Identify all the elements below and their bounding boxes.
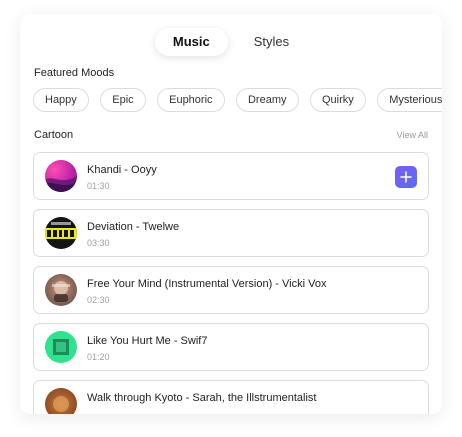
featured-moods-heading: Featured Moods xyxy=(34,67,115,79)
track-title: Deviation - Twelwe xyxy=(87,221,180,233)
mood-chip-euphoric[interactable]: Euphoric xyxy=(157,88,225,112)
vicki-vox-artwork-icon xyxy=(52,281,70,302)
mood-chip-quirky[interactable]: Quirky xyxy=(309,88,366,112)
track-title: Like You Hurt Me - Swif7 xyxy=(87,335,208,347)
track-item[interactable]: Khandi - Ooyy 01:30 xyxy=(33,152,429,200)
track-duration: 01:30 xyxy=(87,181,110,191)
tab-bar: Music Styles xyxy=(20,28,442,56)
track-duration: 01:20 xyxy=(87,352,110,362)
track-artwork xyxy=(45,217,77,249)
mood-chip-epic[interactable]: Epic xyxy=(100,88,146,112)
cartoon-heading: Cartoon xyxy=(34,129,74,141)
mood-chip-dreamy[interactable]: Dreamy xyxy=(235,88,299,112)
track-list: Khandi - Ooyy 01:30 Deviation - Twelwe 0… xyxy=(33,152,429,414)
track-item[interactable]: Deviation - Twelwe 03:30 xyxy=(33,209,429,257)
add-track-button[interactable] xyxy=(395,166,417,188)
track-title: Walk through Kyoto - Sarah, the Illstrum… xyxy=(87,392,317,404)
track-item[interactable]: Like You Hurt Me - Swif7 01:20 xyxy=(33,323,429,371)
tab-styles[interactable]: Styles xyxy=(236,28,307,56)
track-duration: 03:30 xyxy=(87,238,110,248)
green-square-artwork-icon xyxy=(53,339,69,355)
mood-chip-happy[interactable]: Happy xyxy=(33,88,89,112)
mood-chip-mysterious[interactable]: Mysterious xyxy=(377,88,442,112)
music-picker-panel: Music Styles Featured Moods Happy Epic E… xyxy=(20,14,442,414)
track-artwork xyxy=(45,274,77,306)
view-all-link[interactable]: View All xyxy=(397,130,428,140)
gradient-blob-artwork-icon xyxy=(45,176,77,192)
deviation-text-artwork-icon xyxy=(45,222,77,239)
track-artwork xyxy=(45,388,77,414)
plus-icon xyxy=(400,171,412,183)
track-artwork xyxy=(45,331,77,363)
track-artwork xyxy=(45,160,77,192)
warm-artwork-icon xyxy=(53,396,69,412)
track-title: Free Your Mind (Instrumental Version) - … xyxy=(87,278,327,290)
track-item[interactable]: Free Your Mind (Instrumental Version) - … xyxy=(33,266,429,314)
track-item[interactable]: Walk through Kyoto - Sarah, the Illstrum… xyxy=(33,380,429,414)
track-title: Khandi - Ooyy xyxy=(87,164,157,176)
tab-music[interactable]: Music xyxy=(154,28,228,56)
track-duration: 02:30 xyxy=(87,295,110,305)
mood-chip-row: Happy Epic Euphoric Dreamy Quirky Myster… xyxy=(33,88,442,112)
